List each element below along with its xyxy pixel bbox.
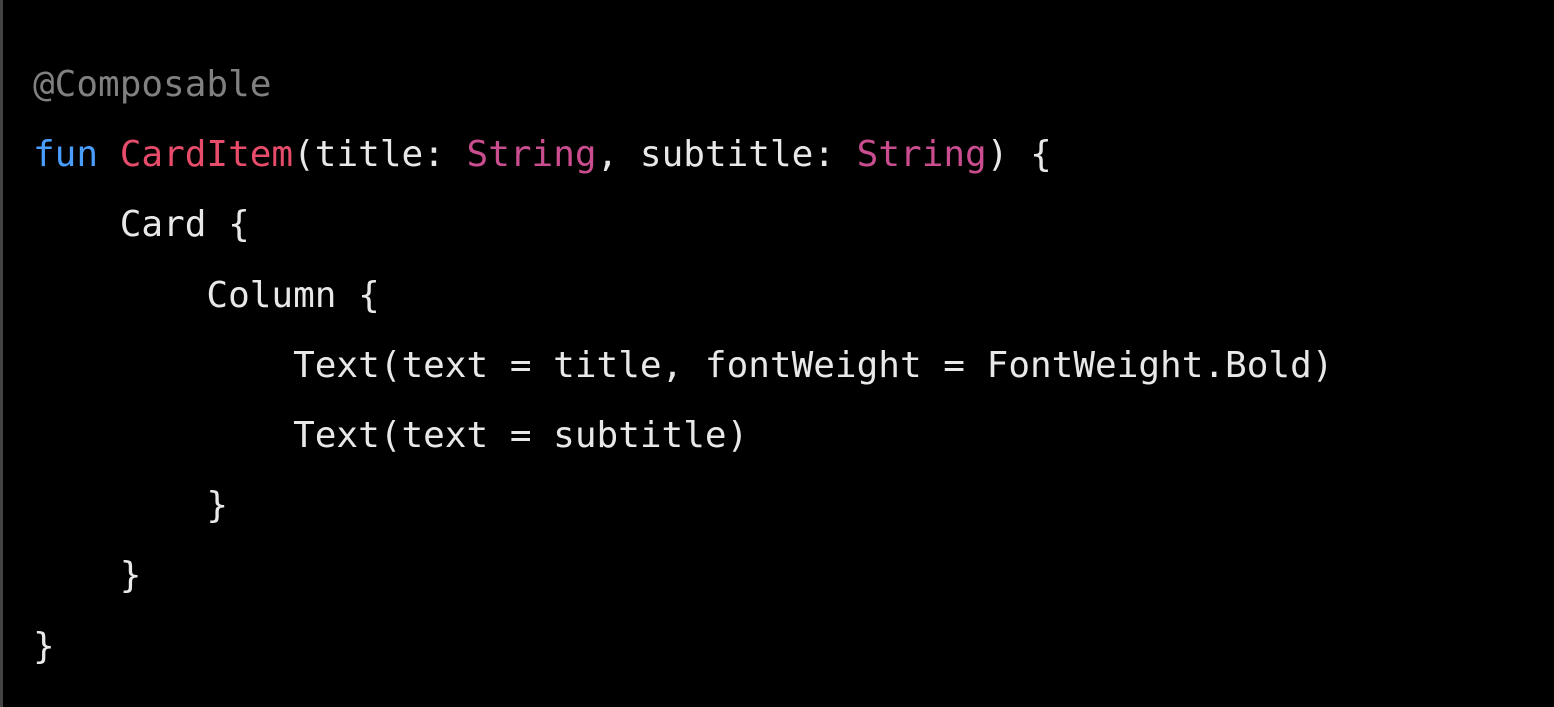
type-token: String [857, 134, 987, 175]
code-line-1: @Composable [33, 50, 1554, 120]
function-name-token: CardItem [120, 134, 293, 175]
keyword-token: fun [33, 134, 98, 175]
text-token [98, 134, 120, 175]
code-line-8: } [33, 541, 1554, 611]
code-line-5: Text(text = title, fontWeight = FontWeig… [33, 331, 1554, 401]
code-line-4: Column { [33, 261, 1554, 331]
annotation-token: @Composable [33, 64, 271, 105]
code-line-9: } [33, 612, 1554, 682]
code-line-6: Text(text = subtitle) [33, 401, 1554, 471]
param-token: subtitle: [640, 134, 857, 175]
code-line-7: } [33, 471, 1554, 541]
text-token: , [597, 134, 640, 175]
code-editor[interactable]: @Composable fun CardItem(title: String, s… [33, 50, 1554, 682]
type-token: String [467, 134, 597, 175]
code-line-3: Card { [33, 190, 1554, 260]
text-token: ) { [987, 134, 1052, 175]
code-line-2: fun CardItem(title: String, subtitle: St… [33, 120, 1554, 190]
text-token: ( [293, 134, 315, 175]
param-token: title: [315, 134, 467, 175]
